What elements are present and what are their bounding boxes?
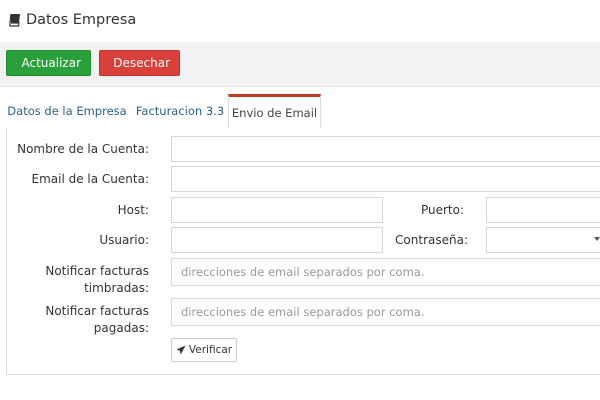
discard-button[interactable]: Desechar <box>99 50 180 76</box>
tab-company-data[interactable]: Datos de la Empresa <box>6 94 128 128</box>
notify-paid-label: Notificar facturas pagadas: <box>45 304 149 335</box>
discard-button-label: Desechar <box>113 56 170 70</box>
port-input[interactable] <box>486 197 600 223</box>
notify-paid-input[interactable]: direcciones de email separados por coma. <box>171 298 600 326</box>
user-input[interactable] <box>171 227 383 253</box>
update-button-label: Actualizar <box>21 56 81 70</box>
password-input[interactable] <box>486 227 600 253</box>
caret-down-icon <box>594 237 600 241</box>
verify-button[interactable]: Verificar <box>171 338 237 362</box>
notify-stamped-placeholder: direcciones de email separados por coma. <box>181 265 425 279</box>
account-email-label: Email de la Cuenta: <box>31 172 150 186</box>
notify-paid-placeholder: direcciones de email separados por coma. <box>181 305 425 319</box>
account-name-label: Nombre de la Cuenta: <box>17 142 149 156</box>
verify-button-label: Verificar <box>188 344 233 356</box>
account-email-input[interactable] <box>171 166 600 192</box>
port-label: Puerto: <box>420 203 464 217</box>
check-icon <box>16 62 18 64</box>
send-icon <box>176 345 186 355</box>
page-title: Datos Empresa <box>26 12 137 28</box>
toolbar: Actualizar Desechar <box>0 42 600 87</box>
notify-stamped-label: Notificar facturas timbradas: <box>45 264 149 295</box>
update-button[interactable]: Actualizar <box>6 50 91 76</box>
page-header: Datos Empresa <box>0 0 600 42</box>
notify-stamped-input[interactable]: direcciones de email separados por coma. <box>171 258 600 286</box>
user-label: Usuario: <box>99 233 149 247</box>
host-input[interactable] <box>171 197 383 223</box>
host-label: Host: <box>117 203 149 217</box>
book-icon <box>9 13 20 27</box>
account-name-input[interactable] <box>171 136 600 162</box>
password-label: Contraseña: <box>395 233 468 247</box>
tab-bar: Datos de la Empresa Facturacion 3.3 Envi… <box>6 94 600 129</box>
tab-billing[interactable]: Facturacion 3.3 <box>132 94 228 128</box>
tab-email-sending[interactable]: Envio de Email <box>228 94 321 129</box>
